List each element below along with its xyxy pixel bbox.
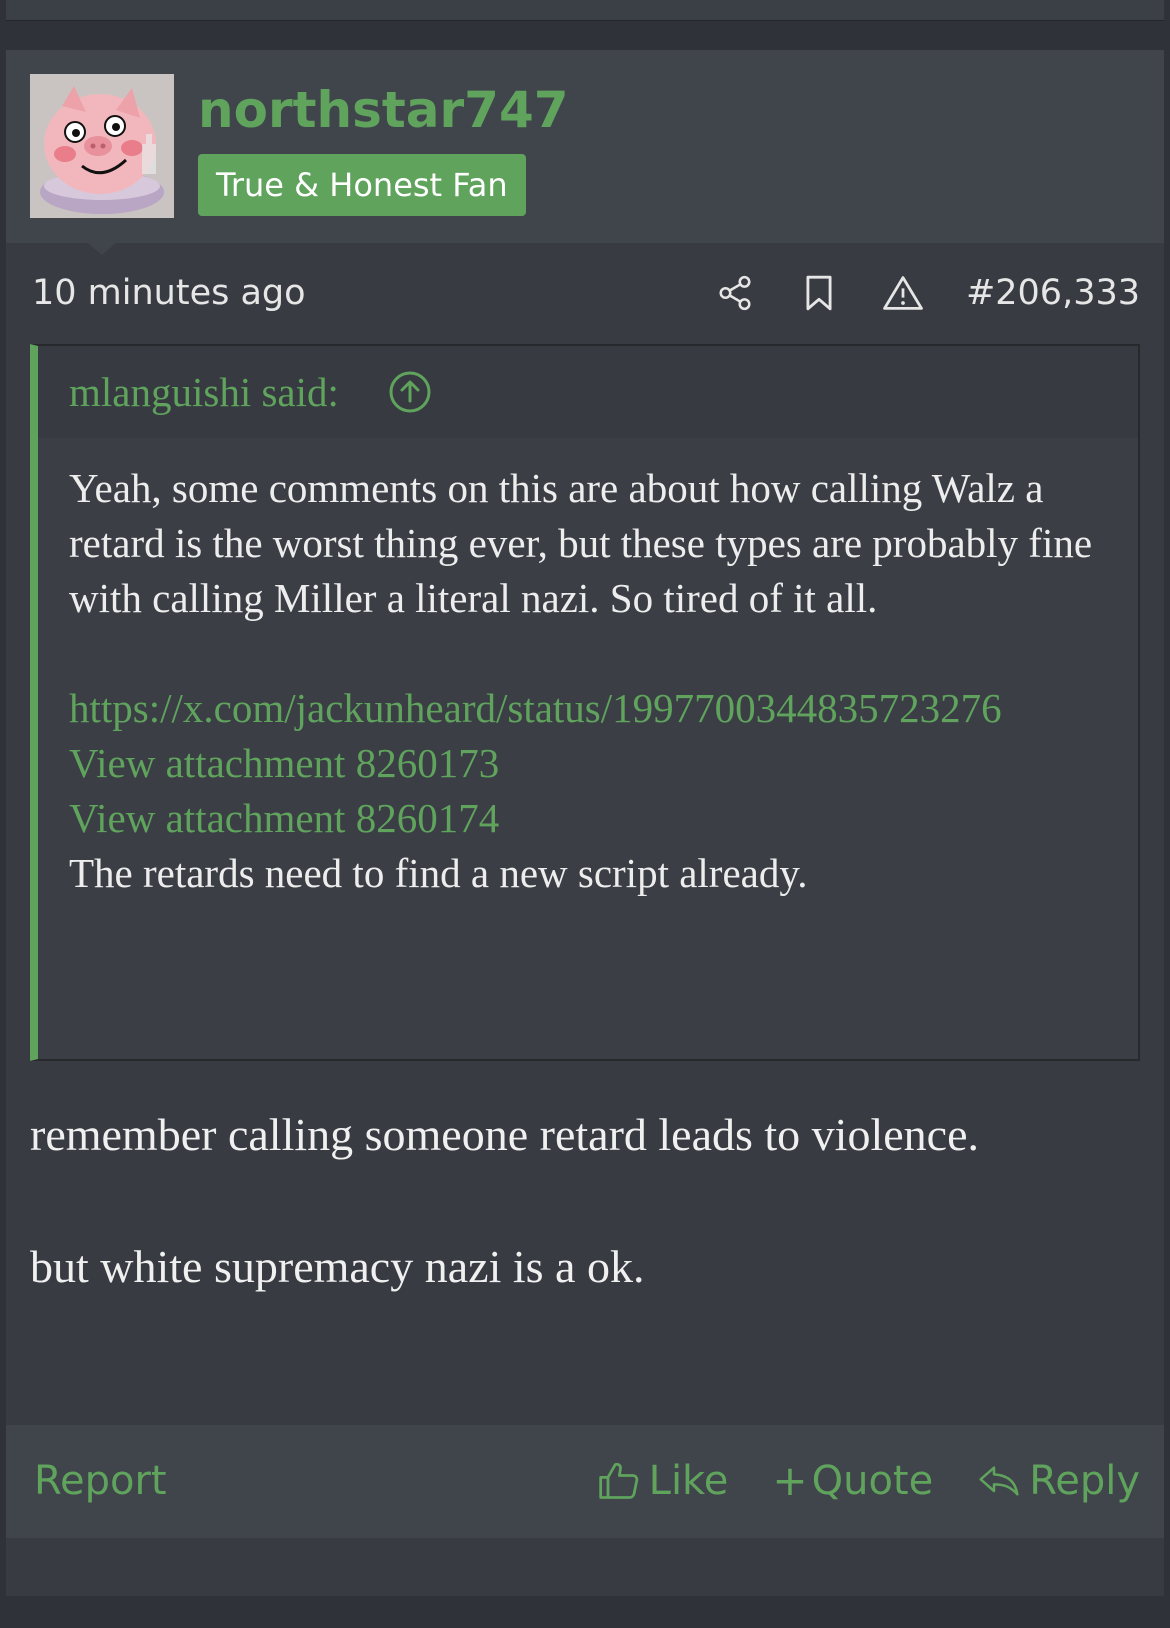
quote-closing-line: The retards need to find a new script al… (69, 850, 808, 896)
post-actions-top: #206,333 (714, 268, 1140, 318)
reply-button[interactable]: Reply (977, 1453, 1140, 1509)
like-label: Like (648, 1458, 729, 1504)
report-link[interactable]: Report (34, 1453, 167, 1509)
jump-to-quote-button[interactable] (388, 370, 432, 414)
attachment-link[interactable]: View attachment 8260173 (69, 736, 1129, 791)
username[interactable]: northstar747 (198, 80, 569, 140)
reply-arrow-icon (977, 1461, 1021, 1501)
footer-actions: Like + Quote Reply (553, 1453, 1140, 1509)
header-caret (88, 243, 116, 255)
plus-icon: + (772, 1456, 808, 1505)
pig-avatar-image (30, 74, 174, 218)
quote-content: Yeah, some comments on this are about ho… (69, 461, 1129, 901)
message-paragraph: but white supremacy nazi is a ok. (30, 1241, 645, 1292)
quoted-post: mlanguishi said: Yeah, some comments on … (30, 344, 1140, 1061)
attachment-link[interactable]: View attachment 8260174 (69, 791, 1129, 846)
message-paragraph: remember calling someone retard leads to… (30, 1109, 979, 1160)
share-button[interactable] (714, 272, 756, 314)
previous-post-edge (6, 0, 1164, 21)
post-number-link[interactable]: #206,333 (966, 268, 1140, 318)
like-button[interactable]: Like (597, 1453, 729, 1509)
bookmark-button[interactable] (798, 272, 840, 314)
avatar[interactable] (30, 74, 174, 218)
quote-label: Quote (811, 1458, 934, 1504)
arrow-up-circle-icon (389, 371, 431, 413)
bookmark-icon (806, 275, 832, 311)
quote-external-link[interactable]: https://x.com/jackunheard/status/1997700… (69, 681, 1129, 736)
warning-icon (883, 276, 923, 310)
quote-button[interactable]: + Quote (772, 1453, 933, 1509)
post-header: northstar747 True & Honest Fan (6, 50, 1164, 243)
thumbs-up-icon (597, 1459, 641, 1503)
quote-paragraph: Yeah, some comments on this are about ho… (69, 465, 1093, 621)
post-footer: Report Like + Quote Reply (6, 1425, 1164, 1538)
user-title-badge: True & Honest Fan (198, 154, 526, 216)
post-timestamp[interactable]: 10 minutes ago (32, 268, 306, 318)
forum-post: northstar747 True & Honest Fan 10 minute… (6, 50, 1164, 1596)
quote-header: mlanguishi said: (38, 346, 1138, 438)
share-icon (719, 275, 751, 311)
reply-label: Reply (1029, 1458, 1140, 1504)
report-warning-button[interactable] (882, 272, 924, 314)
quote-author-label[interactable]: mlanguishi said: (69, 368, 339, 416)
post-message: remember calling someone retard leads to… (30, 1102, 1130, 1300)
